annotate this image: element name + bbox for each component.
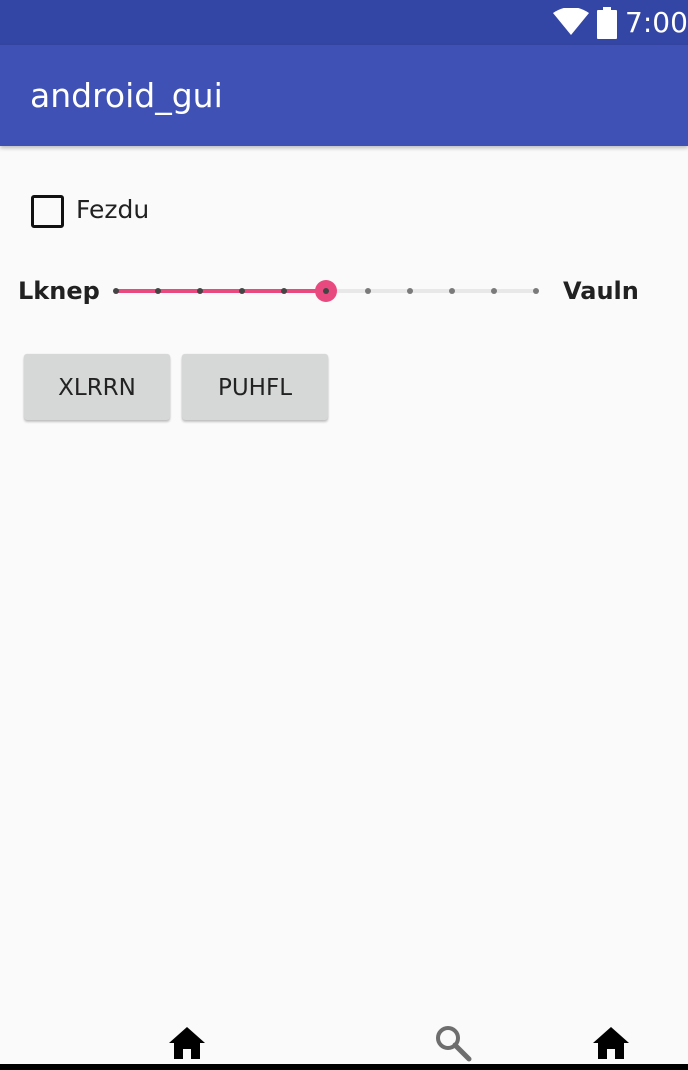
discrete-seekbar[interactable] (106, 271, 546, 311)
seekbar-tick (197, 288, 203, 294)
checkbox-box[interactable] (31, 195, 64, 228)
wifi-icon (553, 8, 589, 35)
home-icon[interactable] (592, 1024, 630, 1062)
app-title: android_gui (30, 76, 223, 115)
seekbar-right-label: Vauln (563, 277, 639, 305)
seekbar-tick (365, 288, 371, 294)
checkbox-label: Fezdu (76, 195, 150, 224)
seekbar-tick (155, 288, 161, 294)
xlrrn-button[interactable]: XLRRN (24, 354, 170, 420)
seekbar-tick (407, 288, 413, 294)
status-time: 7:00 (625, 6, 688, 39)
fezdu-checkbox[interactable]: Fezdu (20, 186, 220, 236)
seekbar-tick (449, 288, 455, 294)
app-bar: android_gui (0, 45, 688, 146)
seekbar-tick (281, 288, 287, 294)
seekbar-tick (491, 288, 497, 294)
seekbar-tick (533, 288, 539, 294)
bottom-navigation (0, 1016, 688, 1070)
status-bar: 7:00 (0, 0, 688, 45)
seekbar-tick (113, 288, 119, 294)
puhfl-button[interactable]: PUHFL (182, 354, 328, 420)
home-icon[interactable] (168, 1024, 206, 1062)
battery-icon (597, 7, 617, 39)
seekbar-left-label: Lknep (18, 277, 100, 305)
seekbar-tick (239, 288, 245, 294)
search-icon[interactable] (434, 1024, 472, 1062)
navigation-bar-edge (0, 1064, 688, 1070)
seekbar-thumb-tick (323, 288, 329, 294)
